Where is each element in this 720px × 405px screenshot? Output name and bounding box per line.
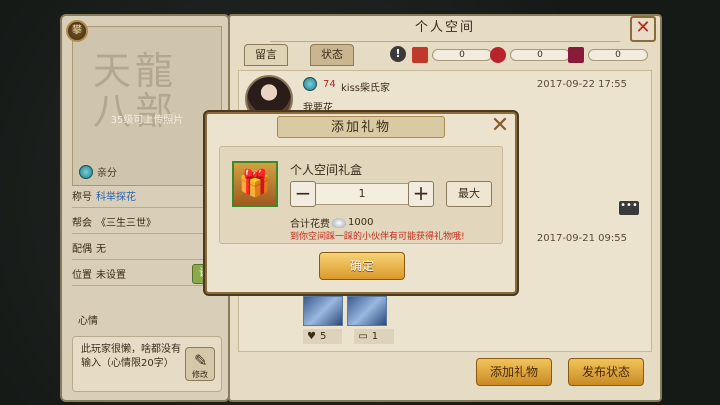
tab-messages[interactable]: 留言: [244, 44, 288, 66]
post-image[interactable]: [347, 296, 387, 326]
mood-box: 此玩家很懒，啥都没有输入（心情限20字） 修改: [72, 336, 222, 392]
comment-count: 1: [371, 331, 379, 342]
mood-label: 心情: [78, 316, 98, 327]
add-gift-button[interactable]: 添加礼物: [476, 358, 552, 386]
gift-selection: 🎁 个人空间礼盒 − 1 + 最大 合计花费 1000 到你空间踩一踩的小伙伴有…: [219, 146, 503, 244]
cost-label: 合计花费: [290, 219, 330, 230]
comment-icon: ▭: [358, 331, 368, 342]
post-time: 2017-09-22 17:55: [536, 79, 627, 90]
post-actions: ♥ 5 ▭ 1: [303, 329, 395, 344]
gift-notice: 到你空间踩一踩的小伙伴有可能获得礼物哦!: [290, 232, 465, 242]
gift-count: 0: [432, 49, 492, 61]
rank-badge-icon: 攀: [66, 20, 88, 42]
spouse-label: 配偶: [72, 244, 92, 255]
gift-icon: [412, 47, 428, 63]
affinity-row: 亲分 75: [79, 164, 215, 179]
like-count: 5: [319, 331, 327, 342]
mood-text: 此玩家很懒，啥都没有输入（心情限20字）: [81, 344, 181, 369]
silver-icon: [332, 217, 346, 228]
more-options-button[interactable]: •••: [619, 201, 639, 215]
quantity-input[interactable]: 1: [316, 183, 408, 205]
like-button[interactable]: ♥ 5: [303, 329, 343, 344]
gender-icon: [303, 77, 317, 91]
page-title: 个人空间: [270, 14, 620, 42]
title-label: 称号: [72, 192, 92, 203]
total-cost: 合计花费 1000: [290, 215, 373, 230]
location-row: 位置 未设置 设置: [72, 262, 226, 286]
title-value: 科举探花: [96, 192, 136, 203]
quantity-stepper: − 1 +: [290, 181, 434, 207]
affinity-label: 亲分: [97, 168, 117, 179]
title-row: 称号 科举探花: [72, 184, 222, 208]
treasure-stat: 0: [568, 46, 648, 64]
post-image[interactable]: [303, 296, 343, 326]
crown-icon: [490, 47, 506, 63]
max-button[interactable]: 最大: [446, 181, 492, 207]
crown-count: 0: [510, 49, 570, 61]
gift-stat: 0: [412, 46, 492, 64]
close-icon[interactable]: ✕: [489, 115, 511, 138]
post-author[interactable]: kiss柴氏家: [341, 79, 390, 94]
heart-icon: ♥: [307, 331, 316, 342]
guild-row: 帮会 《三生三世》: [72, 210, 222, 234]
tab-status[interactable]: 状态: [310, 44, 354, 66]
decrease-button[interactable]: −: [290, 181, 316, 207]
treasure-count: 0: [588, 49, 648, 61]
close-icon[interactable]: ✕: [630, 16, 656, 42]
cost-value: 1000: [348, 217, 374, 228]
avatar-upload-area[interactable]: 天龍八部 35级可上传照片 亲分 75: [72, 26, 222, 186]
treasure-icon: [568, 47, 584, 63]
spouse-value: 无: [96, 244, 106, 255]
gift-name: 个人空间礼盒: [290, 163, 363, 177]
spouse-row: 配偶 无: [72, 236, 222, 260]
affinity-icon: [79, 164, 93, 179]
dialog-title: 添加礼物: [277, 116, 445, 138]
crown-stat: 0: [490, 46, 570, 64]
guild-label: 帮会: [72, 218, 92, 229]
post-level: 74: [323, 79, 336, 90]
avatar-hint: 35级可上传照片: [110, 115, 184, 126]
location-value: 未设置: [96, 270, 126, 281]
post-time-2: 2017-09-21 09:55: [536, 233, 627, 244]
increase-button[interactable]: +: [408, 181, 434, 207]
gift-box-icon: 🎁: [232, 161, 278, 207]
guild-value: 《三生三世》: [96, 218, 156, 229]
comment-button[interactable]: ▭ 1: [354, 329, 395, 344]
add-gift-dialog: 添加礼物 ✕ 🎁 个人空间礼盒 − 1 + 最大 合计花费 1000 到你空间踩…: [205, 112, 517, 294]
publish-status-button[interactable]: 发布状态: [568, 358, 644, 386]
edit-mood-button[interactable]: 修改: [185, 347, 215, 381]
location-label: 位置: [72, 270, 92, 281]
confirm-button[interactable]: 确定: [319, 252, 405, 280]
info-icon[interactable]: !: [390, 46, 406, 62]
